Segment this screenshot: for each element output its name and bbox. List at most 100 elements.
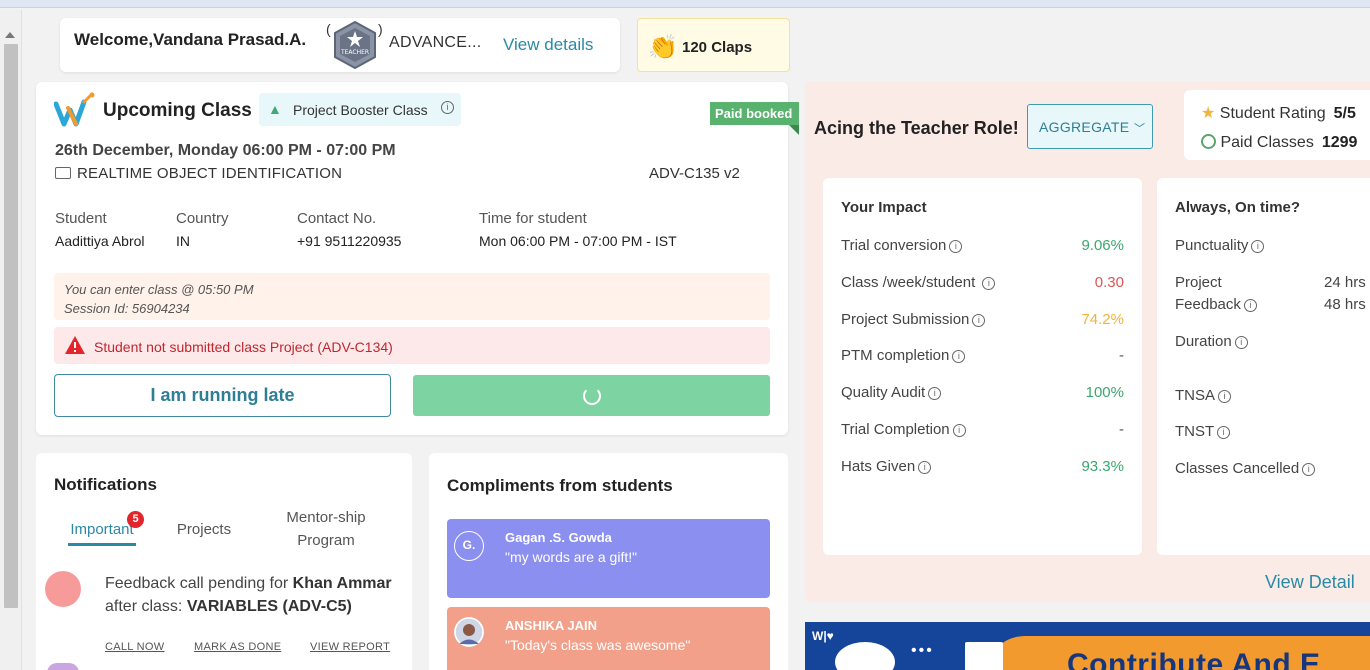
welcome-greeting: Welcome,Vandana Prasad.A. [74, 30, 307, 49]
info-icon[interactable]: i [441, 101, 454, 114]
running-late-button[interactable]: I am running late [54, 374, 391, 417]
info-icon[interactable]: i [952, 350, 966, 363]
impact-value: - [1119, 347, 1124, 364]
info-icon[interactable]: i [949, 240, 963, 253]
view-report-link[interactable]: VIEW REPORT [310, 641, 390, 653]
promo-banner[interactable]: W|♥ ••• Contribute And E [805, 622, 1370, 670]
impact-value: 9.06% [1081, 237, 1124, 254]
student-rating: ★ Student Rating 5/5 [1201, 103, 1356, 123]
student-avatar: G. [454, 531, 484, 561]
impact-label: Hats Given [841, 458, 916, 475]
claps-count: 120 Claps [682, 39, 753, 56]
info-icon[interactable]: i [982, 277, 996, 290]
class-type-label: Project Booster Class [293, 102, 428, 118]
notification-message: Feedback call pending for Khan Ammar aft… [105, 572, 400, 618]
impact-value: 100% [1085, 384, 1124, 401]
info-icon[interactable]: i [928, 387, 942, 400]
close-paren: ) [378, 21, 383, 37]
detail-value: IN [176, 233, 190, 249]
feedback-row: Feedback i [1175, 296, 1257, 313]
paid-value: 1299 [1321, 134, 1358, 151]
brand-logo-icon [54, 92, 95, 127]
tab-projects[interactable]: Projects [174, 518, 234, 541]
info-icon[interactable]: i [972, 314, 986, 327]
warning-icon [65, 336, 85, 354]
info-icon[interactable]: i [1218, 390, 1232, 403]
student-column: Student Aadittiya Abrol [55, 210, 145, 249]
info-icon[interactable]: i [918, 461, 932, 474]
medal-icon [1201, 134, 1216, 149]
browser-top-strip [0, 0, 1370, 8]
contact-column: Contact No. +91 9511220935 [297, 210, 401, 249]
punctuality-label: Punctuality [1175, 237, 1249, 254]
detail-value: Aadittiya Abrol [55, 233, 145, 249]
duration-row: Duration i [1175, 333, 1248, 350]
clap-icon: 👏 [648, 34, 678, 61]
project-row: Project [1175, 274, 1222, 291]
loading-spinner-icon [583, 387, 601, 405]
detail-header: Country [176, 210, 229, 227]
claps-card[interactable]: 👏 120 Claps [637, 18, 790, 72]
on-time-card: Always, On time? Punctuality i Project 24… [1157, 178, 1370, 555]
detail-header: Time for student [479, 210, 587, 227]
upcoming-class-card: Upcoming Class ▲ Project Booster Class i… [36, 82, 799, 435]
info-icon[interactable]: i [1251, 240, 1265, 253]
teacher-role-panel: Acing the Teacher Role! AGGREGATE ﹀ ★ Stu… [805, 82, 1370, 602]
teacher-badge-label: TEACHER [340, 49, 369, 56]
call-now-link[interactable]: CALL NOW [105, 641, 164, 653]
class-code: ADV-C135 v2 [649, 165, 740, 182]
alert-text: Student not submitted class Project (ADV… [94, 339, 393, 355]
info-icon[interactable]: i [952, 424, 966, 437]
info-icon[interactable]: i [1234, 336, 1248, 349]
compliment-student-name: Gagan .S. Gowda [505, 530, 612, 545]
impact-label: Quality Audit [841, 384, 926, 401]
tnsa-label: TNSA [1175, 387, 1216, 404]
compliment-item: ANSHIKA JAIN "Today's class was awesome" [447, 607, 770, 670]
info-icon[interactable]: i [1243, 299, 1257, 312]
impact-label: Class /week/student [841, 274, 976, 291]
mark-as-done-link[interactable]: MARK AS DONE [194, 641, 281, 653]
banner-decoration [835, 642, 895, 670]
detail-header: Student [55, 210, 107, 227]
chevron-down-icon: ﹀ [1134, 123, 1146, 135]
scrollbar-thumb[interactable] [4, 44, 18, 608]
view-details-link[interactable]: View details [503, 35, 593, 55]
notification-avatar [45, 571, 81, 607]
tab-mentorship[interactable]: Mentor-ship Program [280, 506, 372, 552]
country-column: Country IN [176, 210, 229, 249]
msg-student: Khan Ammar [292, 575, 392, 592]
compliment-quote: "Today's class was awesome" [505, 637, 691, 653]
teacher-role-heading: Acing the Teacher Role! [814, 118, 1019, 138]
vertical-scrollbar[interactable] [0, 10, 22, 670]
tnst-row: TNST i [1175, 423, 1231, 440]
view-detail-link[interactable]: View Detail [1265, 572, 1355, 593]
project-label: Project [1175, 274, 1222, 291]
msg-class: VARIABLES (ADV-C5) [186, 598, 352, 615]
info-icon[interactable]: i [1302, 463, 1316, 476]
star-icon: ★ [1201, 105, 1216, 122]
start-class-button[interactable] [413, 375, 770, 416]
impact-label: PTM completion [841, 347, 950, 364]
compliment-student-name: ANSHIKA JAIN [505, 618, 597, 633]
active-tab-underline [68, 543, 136, 546]
impact-value: - [1119, 421, 1124, 438]
tab-mentorship-line2: Program [297, 532, 355, 549]
class-type-tag: ▲ Project Booster Class i [259, 93, 461, 126]
aggregate-dropdown[interactable]: AGGREGATE ﹀ [1027, 104, 1153, 149]
info-icon[interactable]: i [1217, 426, 1231, 439]
scroll-up-arrow-icon[interactable] [5, 32, 15, 38]
cancelled-label: Classes Cancelled [1175, 460, 1300, 477]
your-impact-card: Your Impact Trial conversion i 9.06% Class… [823, 178, 1142, 555]
detail-value: +91 9511220935 [297, 233, 402, 249]
aggregate-value: AGGREGATE [1039, 119, 1130, 135]
banner-headline: Contribute And E [1067, 648, 1321, 670]
on-time-title: Always, On time? [1175, 199, 1301, 216]
tab-important[interactable]: Important [68, 518, 136, 541]
compliments-title: Compliments from students [447, 476, 673, 495]
session-id-text: Session Id: 56904234 [64, 301, 190, 316]
notifications-card: Notifications Important 5 Projects Mento… [36, 453, 412, 670]
class-topic-text: REALTIME OBJECT IDENTIFICATION [77, 165, 343, 182]
rating-value: 5/5 [1333, 105, 1356, 122]
welcome-card: Welcome,Vandana Prasad.A. ( TEACHER ) AD… [60, 18, 620, 72]
impact-value: 0.30 [1094, 274, 1124, 291]
